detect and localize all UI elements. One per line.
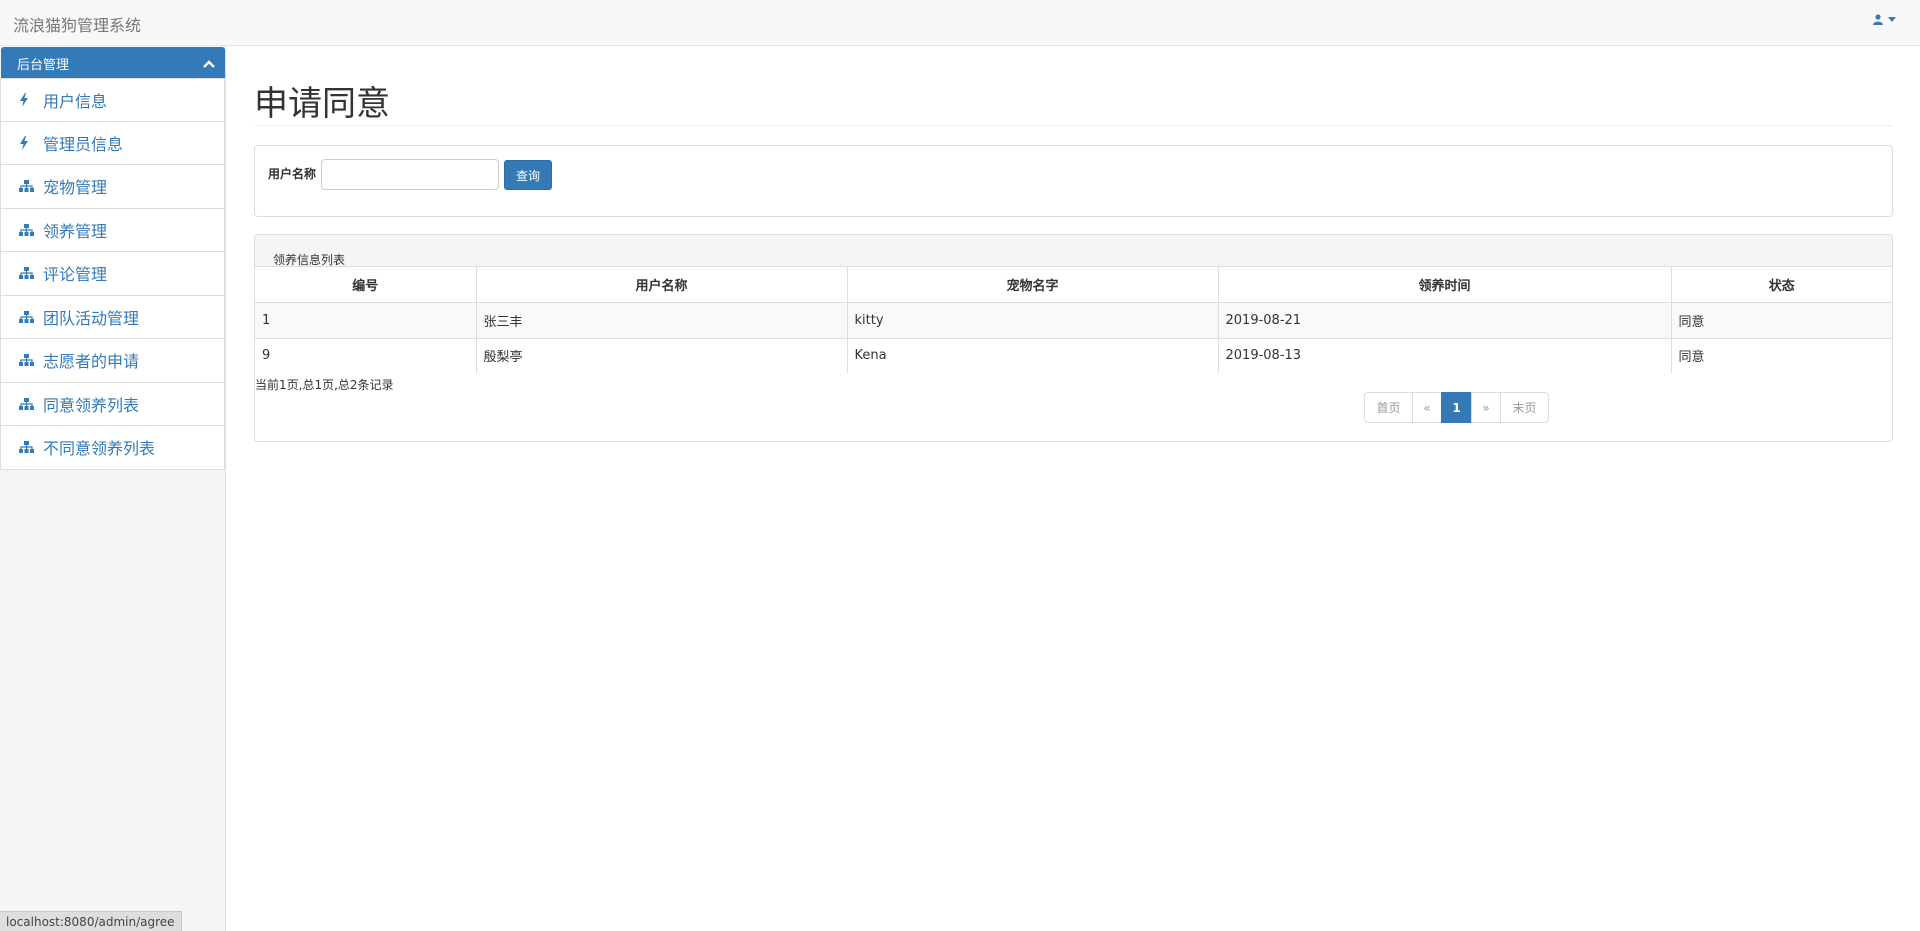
table-cell: 1 bbox=[255, 302, 477, 339]
sidebar-item-volunteer-applications[interactable]: 志愿者的申请 bbox=[0, 339, 225, 383]
caret-down-icon bbox=[1888, 17, 1896, 22]
sidebar-item-label: 志愿者的申请 bbox=[43, 352, 140, 372]
sidebar-item-label: 不同意领养列表 bbox=[43, 439, 156, 459]
table-row: 9 殷梨亭 Kena 2019-08-13 同意 bbox=[255, 338, 1892, 373]
search-input[interactable] bbox=[321, 159, 499, 190]
user-icon bbox=[1873, 14, 1883, 25]
bolt-icon bbox=[19, 92, 35, 107]
status-bar-url: localhost:8080/admin/agree bbox=[0, 911, 182, 931]
sidebar-item-label: 宠物管理 bbox=[43, 178, 108, 198]
sidebar-item-label: 同意领养列表 bbox=[43, 395, 140, 415]
table-cell: Kena bbox=[847, 338, 1219, 373]
pagination: 首页 « 1 » 末页 bbox=[1364, 392, 1549, 423]
table-cell: 同意 bbox=[1671, 302, 1892, 339]
adoption-list-panel: 领养信息列表 编号 用户名称 宠物名字 领养时间 状态 1 张三丰 kitty bbox=[254, 234, 1893, 442]
sitemap-icon bbox=[19, 310, 35, 323]
page-title: 申请同意 bbox=[254, 84, 390, 124]
sidebar-item-label: 团队活动管理 bbox=[43, 308, 140, 328]
table-cell: 殷梨亭 bbox=[476, 338, 848, 373]
sidebar-item-label: 用户信息 bbox=[43, 91, 108, 111]
pagination-summary: 当前1页,总1页,总2条记录 bbox=[255, 378, 394, 392]
column-header: 领养时间 bbox=[1218, 267, 1672, 303]
column-header: 编号 bbox=[255, 267, 477, 303]
table-row: 1 张三丰 kitty 2019-08-21 同意 bbox=[255, 302, 1892, 339]
chevron-up-icon bbox=[203, 57, 215, 72]
sidebar-item-adoption-management[interactable]: 领养管理 bbox=[0, 208, 225, 252]
sitemap-icon bbox=[19, 354, 35, 367]
title-divider bbox=[254, 125, 1893, 126]
sitemap-icon bbox=[19, 180, 35, 193]
last-page-button[interactable]: 末页 bbox=[1500, 392, 1549, 423]
search-button[interactable]: 查询 bbox=[504, 160, 552, 190]
sidebar-header-label: 后台管理 bbox=[17, 58, 70, 73]
sidebar-item-agree-list[interactable]: 同意领养列表 bbox=[0, 382, 225, 426]
table-cell: 张三丰 bbox=[476, 302, 848, 339]
table-header-row: 编号 用户名称 宠物名字 领养时间 状态 bbox=[255, 267, 1892, 303]
app-title[interactable]: 流浪猫狗管理系统 bbox=[13, 12, 141, 36]
sidebar: 后台管理 用户信息 管理员信息 宠物管理 领养管理 评论管理 团队活动管理 志愿… bbox=[0, 46, 226, 931]
table-cell: kitty bbox=[847, 302, 1219, 339]
search-panel: 用户名称 查询 bbox=[254, 145, 1893, 217]
sidebar-item-comment-management[interactable]: 评论管理 bbox=[0, 252, 225, 296]
sidebar-item-label: 领养管理 bbox=[43, 221, 108, 241]
sidebar-item-admin-info[interactable]: 管理员信息 bbox=[0, 121, 225, 165]
column-header: 用户名称 bbox=[476, 267, 848, 303]
panel-title: 领养信息列表 bbox=[273, 253, 346, 267]
sitemap-icon bbox=[19, 397, 35, 410]
search-label: 用户名称 bbox=[268, 167, 317, 181]
current-page-button[interactable]: 1 bbox=[1441, 392, 1472, 423]
first-page-button[interactable]: 首页 bbox=[1364, 392, 1413, 423]
column-header: 宠物名字 bbox=[847, 267, 1219, 303]
sidebar-item-team-activity[interactable]: 团队活动管理 bbox=[0, 295, 225, 339]
table-cell: 2019-08-21 bbox=[1218, 302, 1672, 339]
table-cell: 同意 bbox=[1678, 350, 1705, 366]
sitemap-icon bbox=[19, 223, 35, 236]
prev-page-button[interactable]: « bbox=[1412, 392, 1442, 423]
sidebar-menu: 用户信息 管理员信息 宠物管理 领养管理 评论管理 团队活动管理 志愿者的申请 bbox=[0, 78, 225, 470]
sidebar-item-label: 管理员信息 bbox=[43, 134, 124, 154]
sidebar-item-user-info[interactable]: 用户信息 bbox=[0, 78, 225, 122]
table-cell: 9 bbox=[255, 338, 477, 373]
sitemap-icon bbox=[19, 441, 35, 454]
column-header: 状态 bbox=[1671, 267, 1892, 303]
top-navbar: 流浪猫狗管理系统 bbox=[0, 0, 1920, 46]
sidebar-item-pet-management[interactable]: 宠物管理 bbox=[0, 165, 225, 209]
sidebar-item-label: 评论管理 bbox=[43, 265, 108, 285]
adoption-table: 编号 用户名称 宠物名字 领养时间 状态 1 张三丰 kitty 2019-08… bbox=[255, 267, 1892, 373]
panel-heading: 领养信息列表 bbox=[255, 235, 1892, 267]
table-cell: 2019-08-13 bbox=[1218, 338, 1672, 373]
next-page-button[interactable]: » bbox=[1471, 392, 1501, 423]
sidebar-header-toggle[interactable]: 后台管理 bbox=[1, 47, 225, 78]
sidebar-item-disagree-list[interactable]: 不同意领养列表 bbox=[0, 426, 225, 470]
user-menu-toggle[interactable] bbox=[1873, 14, 1896, 25]
sitemap-icon bbox=[19, 267, 35, 280]
bolt-icon bbox=[19, 135, 35, 150]
